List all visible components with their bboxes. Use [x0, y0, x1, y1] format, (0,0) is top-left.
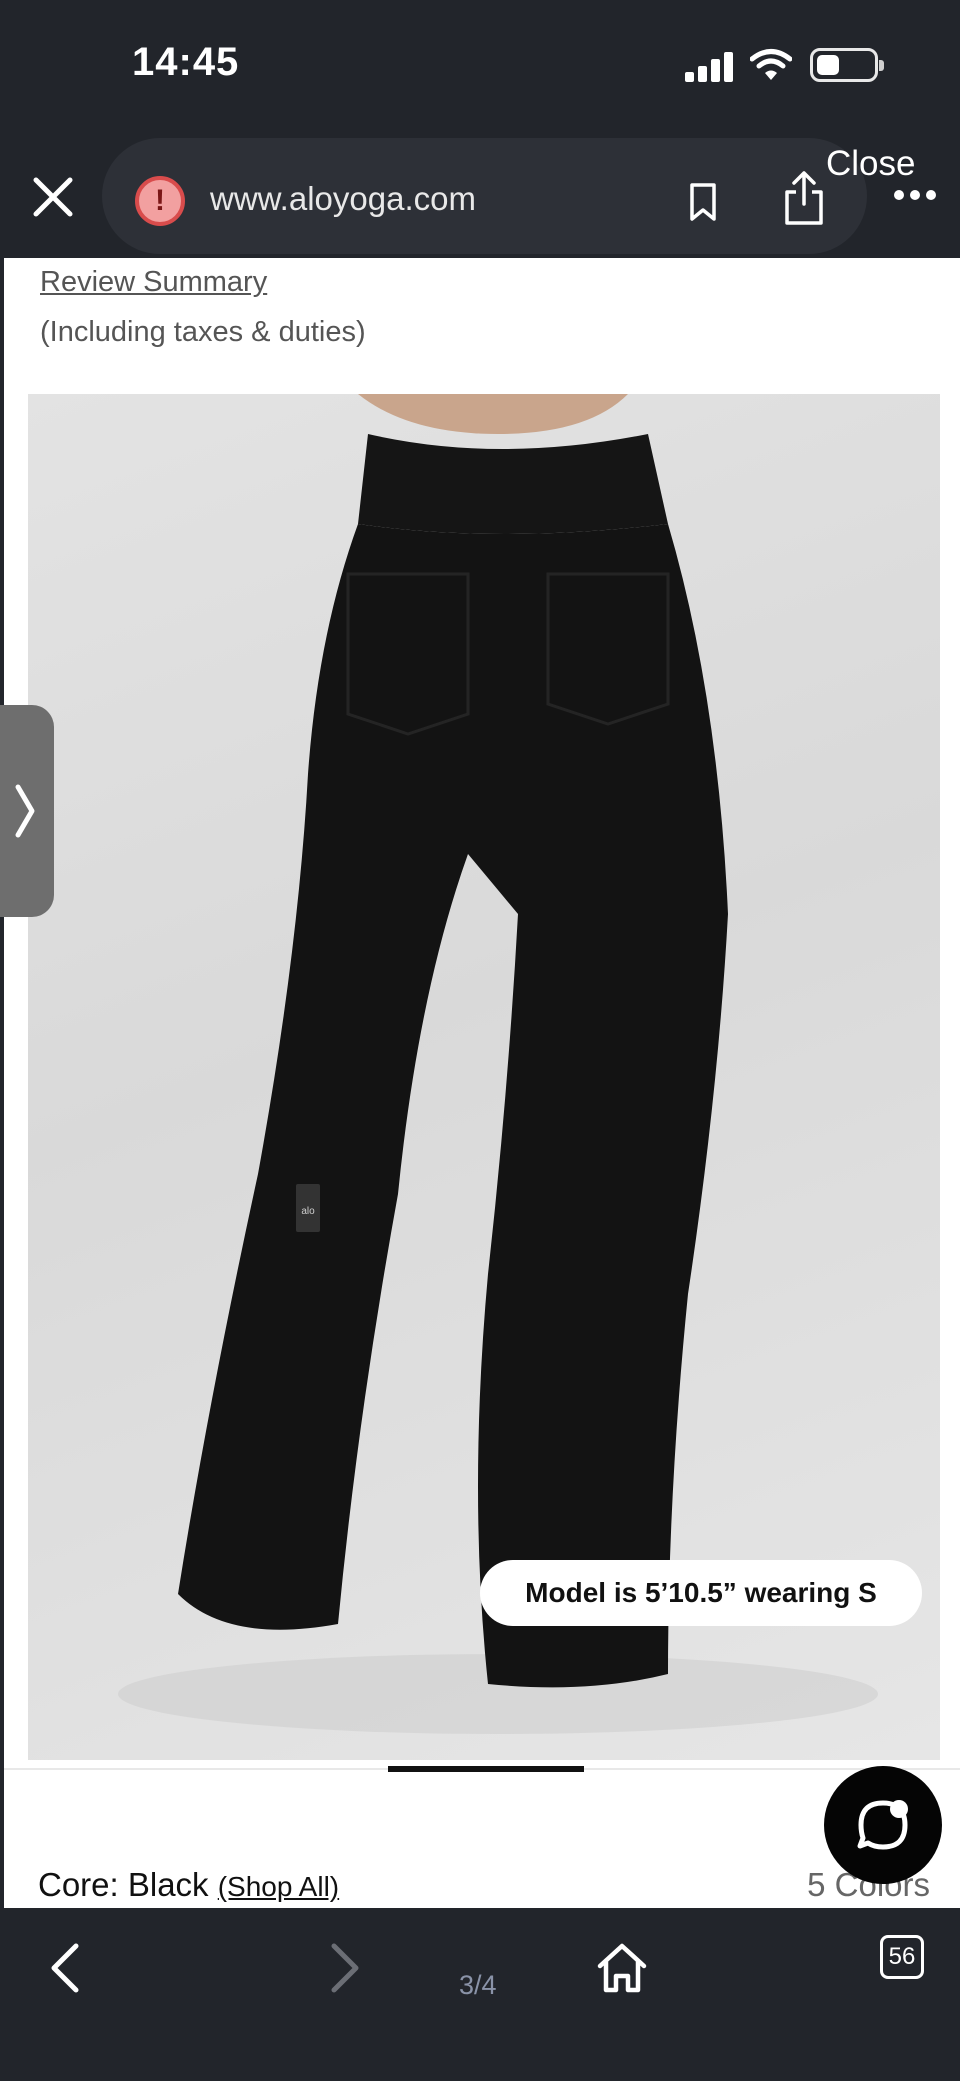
taxes-note: (Including taxes & duties): [40, 316, 366, 348]
browser-toolbar: ! www.aloyoga.com Close: [0, 130, 960, 258]
back-icon[interactable]: [38, 1938, 98, 1998]
product-image[interactable]: alo: [28, 394, 940, 1760]
bookmark-icon[interactable]: [688, 182, 718, 222]
carousel-indicator: [388, 1766, 584, 1772]
web-page: Review Summary (Including taxes & duties…: [4, 258, 960, 1908]
review-summary-link[interactable]: Review Summary: [40, 266, 267, 299]
color-name: Core: Black: [38, 1866, 209, 1903]
address-bar[interactable]: ! www.aloyoga.com: [102, 138, 867, 254]
more-options-icon[interactable]: [890, 190, 940, 204]
model-info-badge: Model is 5’10.5” wearing S: [480, 1560, 922, 1626]
tabs-button[interactable]: 56: [880, 1935, 924, 1979]
screen: 14:45 ! www.aloyoga.com Close Review Sum…: [0, 0, 960, 2081]
color-selection: Core: Black (Shop All): [38, 1866, 339, 1904]
side-panel-toggle[interactable]: [0, 705, 54, 917]
security-warning-icon[interactable]: !: [135, 176, 185, 226]
share-icon[interactable]: [782, 170, 826, 226]
page-indicator: 3/4: [459, 1970, 497, 2000]
battery-icon: [810, 48, 884, 82]
shop-all-link[interactable]: (Shop All): [218, 1871, 339, 1902]
wifi-icon: [750, 49, 792, 80]
url-text[interactable]: www.aloyoga.com: [210, 180, 476, 218]
bottom-toolbar: 56 3/4: [0, 1908, 960, 2081]
pants-illustration: alo: [118, 394, 878, 1734]
forward-icon[interactable]: [312, 1938, 372, 1998]
close-icon[interactable]: [28, 172, 78, 222]
status-time: 14:45: [132, 40, 240, 84]
chevron-right-icon: [15, 784, 35, 838]
battery-level: [817, 55, 839, 75]
status-bar: 14:45: [0, 0, 960, 130]
cellular-signal-icon: [685, 52, 737, 82]
chat-icon: [857, 1800, 908, 1850]
brand-logo-tag: alo: [301, 1206, 315, 1217]
chat-button[interactable]: [824, 1766, 942, 1884]
home-icon[interactable]: [592, 1938, 652, 1998]
close-button[interactable]: Close: [826, 144, 915, 184]
